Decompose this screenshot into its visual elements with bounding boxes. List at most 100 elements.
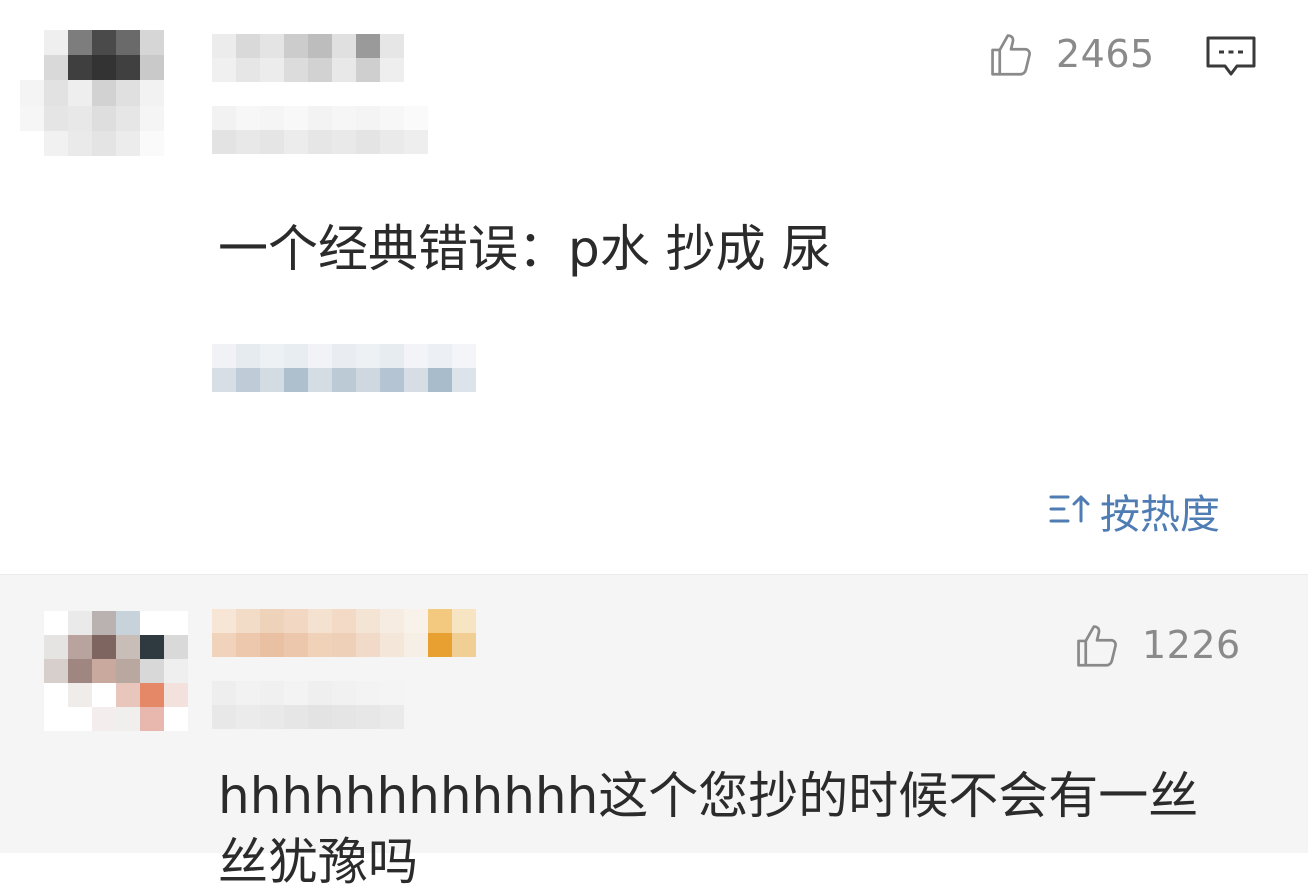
mosaic-pixel — [260, 344, 284, 368]
mosaic-pixel — [284, 609, 308, 633]
mosaic-pixel — [356, 368, 380, 392]
mosaic-pixel — [92, 105, 116, 131]
mosaic-pixel — [68, 105, 92, 131]
mosaic-pixel — [380, 34, 404, 58]
mosaic-pixel — [332, 681, 356, 705]
mosaic-pixel — [236, 681, 260, 705]
mosaic-pixel — [140, 30, 164, 56]
like-count-2: 1226 — [1142, 623, 1241, 667]
mosaic-pixel — [236, 34, 260, 58]
mosaic-pixel — [212, 633, 236, 657]
mosaic-pixel — [140, 683, 164, 707]
mosaic-pixel — [284, 34, 308, 58]
mosaic-pixel — [68, 30, 92, 56]
mosaic-pixel — [20, 130, 44, 156]
mosaic-pixel — [212, 609, 236, 633]
mosaic-pixel — [68, 130, 92, 156]
mosaic-pixel — [308, 34, 332, 58]
mosaic-pixel — [260, 130, 284, 154]
comment-meta-1-blurred — [212, 106, 428, 154]
mosaic-pixel — [212, 344, 236, 368]
mosaic-pixel — [140, 55, 164, 81]
comment-meta-2-blurred — [212, 681, 404, 729]
mosaic-pixel — [20, 80, 44, 106]
mosaic-pixel — [116, 659, 140, 683]
mosaic-pixel — [68, 707, 92, 731]
mosaic-pixel — [236, 106, 260, 130]
mosaic-pixel — [20, 30, 44, 56]
mosaic-pixel — [116, 105, 140, 131]
mosaic-pixel — [140, 105, 164, 131]
mosaic-pixel — [116, 55, 140, 81]
mosaic-pixel — [140, 80, 164, 106]
mosaic-pixel — [428, 633, 452, 657]
mosaic-pixel — [380, 609, 404, 633]
mosaic-pixel — [404, 344, 428, 368]
mosaic-pixel — [44, 105, 68, 131]
comment-item-1: 2465 一个经典错误：p水 抄成 尿 按热度 — [0, 0, 1308, 574]
mosaic-pixel — [260, 58, 284, 82]
mosaic-pixel — [236, 368, 260, 392]
sort-by-hot-button[interactable]: 按热度 — [1048, 482, 1220, 540]
mosaic-pixel — [380, 368, 404, 392]
mosaic-pixel — [428, 609, 452, 633]
mosaic-pixel — [116, 707, 140, 731]
mosaic-pixel — [356, 705, 380, 729]
mosaic-pixel — [212, 130, 236, 154]
comment-text-1: 一个经典错误：p水 抄成 尿 — [218, 220, 832, 278]
mosaic-pixel — [140, 130, 164, 156]
mosaic-pixel — [68, 683, 92, 707]
mosaic-pixel — [92, 635, 116, 659]
mosaic-pixel — [116, 683, 140, 707]
username-2-blurred[interactable] — [212, 609, 476, 657]
avatar-2[interactable] — [44, 611, 188, 731]
comment-bubble-icon — [1204, 36, 1258, 84]
mosaic-pixel — [44, 635, 68, 659]
mosaic-pixel — [308, 681, 332, 705]
mosaic-pixel — [284, 633, 308, 657]
mosaic-pixel — [284, 344, 308, 368]
mosaic-pixel — [92, 80, 116, 106]
mosaic-pixel — [236, 705, 260, 729]
mosaic-pixel — [428, 344, 452, 368]
mosaic-pixel — [236, 633, 260, 657]
mosaic-pixel — [452, 609, 476, 633]
mosaic-pixel — [44, 30, 68, 56]
mosaic-pixel — [260, 34, 284, 58]
like-count-1: 2465 — [1056, 32, 1155, 76]
mosaic-pixel — [68, 659, 92, 683]
mosaic-pixel — [308, 633, 332, 657]
mosaic-pixel — [92, 611, 116, 635]
mosaic-pixel — [68, 635, 92, 659]
mosaic-pixel — [68, 55, 92, 81]
mosaic-pixel — [236, 130, 260, 154]
mosaic-pixel — [284, 58, 308, 82]
mosaic-pixel — [404, 633, 428, 657]
mosaic-pixel — [284, 368, 308, 392]
mosaic-pixel — [332, 106, 356, 130]
like-button-1[interactable]: 2465 — [984, 24, 1155, 84]
mosaic-pixel — [332, 368, 356, 392]
thumbs-up-icon — [1070, 618, 1124, 672]
mosaic-pixel — [380, 681, 404, 705]
mosaic-pixel — [140, 659, 164, 683]
mosaic-pixel — [44, 130, 68, 156]
mosaic-pixel — [68, 80, 92, 106]
mosaic-pixel — [44, 659, 68, 683]
mosaic-pixel — [164, 635, 188, 659]
mosaic-pixel — [68, 611, 92, 635]
mosaic-pixel — [236, 609, 260, 633]
mosaic-pixel — [44, 611, 68, 635]
mosaic-pixel — [332, 344, 356, 368]
mosaic-pixel — [260, 106, 284, 130]
like-button-2[interactable]: 1226 — [1070, 615, 1241, 675]
mosaic-pixel — [44, 683, 68, 707]
username-1-blurred[interactable] — [212, 34, 404, 82]
thumbs-up-icon — [984, 27, 1038, 81]
comment-source-tag-blurred — [212, 344, 476, 392]
mosaic-pixel — [380, 106, 404, 130]
mosaic-pixel — [380, 130, 404, 154]
mosaic-pixel — [284, 681, 308, 705]
avatar-1[interactable] — [20, 30, 188, 156]
reply-button[interactable] — [1204, 34, 1258, 80]
